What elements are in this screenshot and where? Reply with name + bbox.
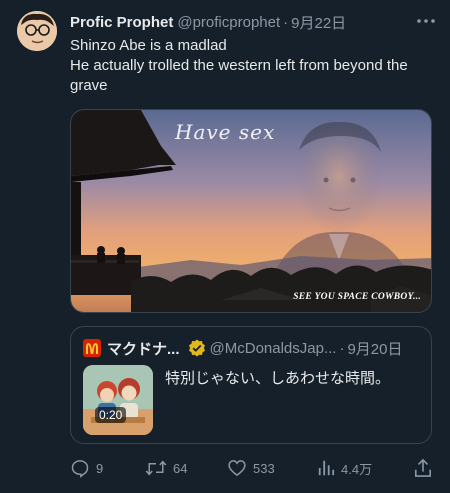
quoted-tweet-header: マクドナ... @McDonaldsJap... · 9月20日 xyxy=(83,338,419,358)
more-horizontal-icon[interactable] xyxy=(416,13,436,29)
anime-family-illustration xyxy=(83,365,153,435)
like-button[interactable]: 533 xyxy=(227,456,275,480)
like-count: 533 xyxy=(253,460,275,476)
separator-dot: · xyxy=(283,13,289,31)
author-avatar[interactable] xyxy=(17,11,57,51)
retweet-count: 64 xyxy=(173,460,188,476)
retweet-icon xyxy=(145,460,167,476)
mcdonalds-logo-icon xyxy=(83,339,101,357)
quoted-tweet[interactable]: マクドナ... @McDonaldsJap... · 9月20日 0:20 特別… xyxy=(70,326,432,444)
verified-badge-icon xyxy=(188,339,206,357)
views-bar-chart-icon xyxy=(318,460,335,476)
reply-button[interactable]: 9 xyxy=(70,456,103,480)
author-name[interactable]: Profic Prophet xyxy=(70,14,173,31)
reply-icon xyxy=(71,460,89,478)
retweet-button[interactable]: 64 xyxy=(145,456,187,480)
tweet-action-bar: 9 64 533 4.4万 xyxy=(70,456,436,480)
quoted-author-name[interactable]: マクドナ... xyxy=(107,338,180,359)
tweet-text: Shinzo Abe is a madlad He actually troll… xyxy=(70,36,440,96)
media-caption-top: Have sex xyxy=(175,120,276,144)
quoted-author-handle[interactable]: @McDonaldsJap... xyxy=(210,340,337,357)
tweet-date[interactable]: 9月22日 xyxy=(291,12,346,33)
tweet-text-line-1: Shinzo Abe is a madlad xyxy=(70,37,227,54)
share-icon xyxy=(414,458,432,477)
quoted-date[interactable]: 9月20日 xyxy=(347,338,402,359)
tweet-text-line-2: He actually trolled the western left fro… xyxy=(70,57,408,94)
tweet-media-image[interactable]: Have sex SEE YOU SPACE COWBOY... xyxy=(70,109,432,313)
video-duration-badge: 0:20 xyxy=(95,407,127,423)
heart-icon xyxy=(228,460,246,477)
media-caption-bottom: SEE YOU SPACE COWBOY... xyxy=(293,292,421,302)
share-button[interactable] xyxy=(414,456,438,480)
views-count: 4.4万 xyxy=(341,461,373,477)
quoted-separator-dot: · xyxy=(339,339,345,357)
views-button[interactable]: 4.4万 xyxy=(317,456,372,480)
cartoon-face-avatar-icon xyxy=(17,11,57,51)
quoted-tweet-text: 特別じゃない、しあわせな時間。 xyxy=(165,370,391,387)
quoted-video-thumbnail[interactable]: 0:20 xyxy=(83,365,153,435)
tweet-header: Profic Prophet @proficprophet · 9月22日 xyxy=(70,11,436,33)
author-handle[interactable]: @proficprophet xyxy=(177,14,280,31)
reply-count: 9 xyxy=(96,460,104,476)
